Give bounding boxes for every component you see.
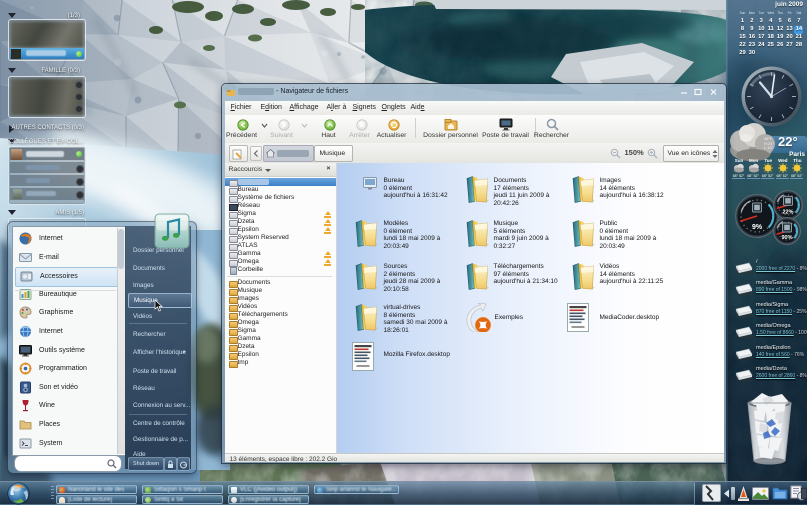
- svg-text:90%: 90%: [781, 235, 792, 241]
- svg-text:9%: 9%: [752, 224, 763, 231]
- svg-text:22%: 22%: [782, 210, 793, 216]
